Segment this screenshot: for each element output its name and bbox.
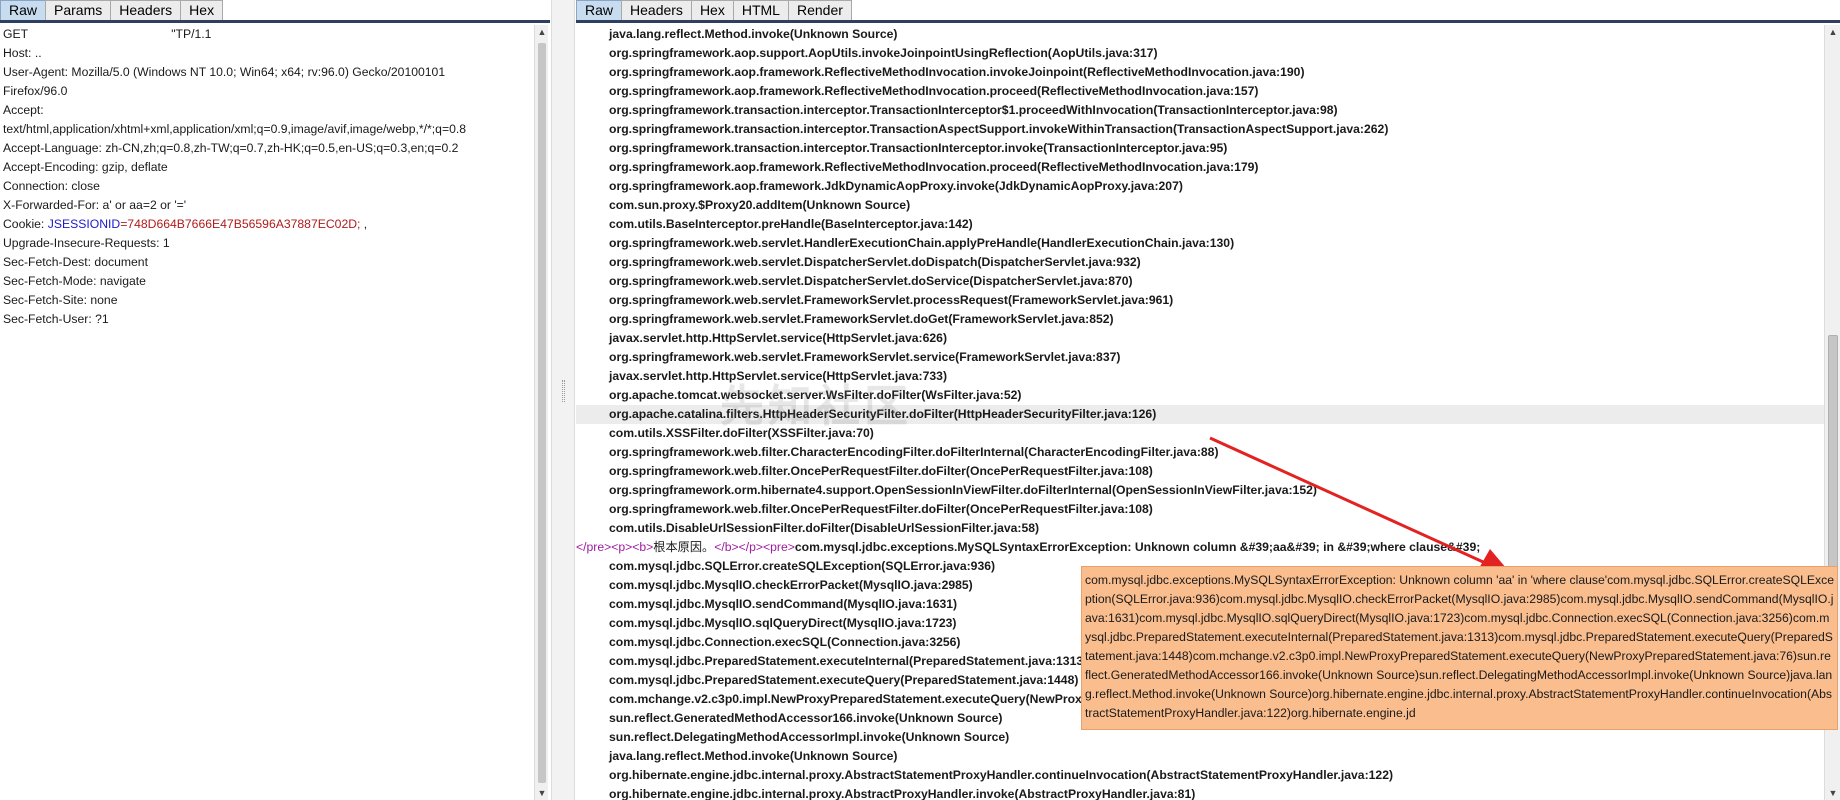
stack-trace-line: org.springframework.transaction.intercep… — [609, 103, 1338, 117]
stack-trace-line: org.springframework.web.filter.OncePerRe… — [609, 464, 1153, 478]
stack-trace-line: sun.reflect.DelegatingMethodAccessorImpl… — [609, 730, 1010, 744]
request-tab-bar: Raw Params Headers Hex — [0, 0, 224, 20]
stack-trace-line: com.utils.DisableUrlSessionFilter.doFilt… — [609, 521, 1040, 535]
stack-trace-line: org.springframework.web.servlet.Framewor… — [609, 350, 1121, 364]
tab-html[interactable]: HTML — [732, 0, 789, 20]
scroll-up-arrow-icon[interactable]: ▲ — [1825, 25, 1840, 39]
stack-trace-line: java.lang.reflect.Method.invoke(Unknown … — [609, 749, 898, 763]
stack-trace-line: org.springframework.web.filter.Character… — [609, 445, 1219, 459]
tab-params[interactable]: Params — [45, 0, 112, 20]
request-line: Sec-Fetch-User: ?1 — [3, 312, 109, 326]
scrollbar-thumb[interactable] — [1828, 335, 1838, 567]
stack-trace-line: org.springframework.aop.framework.Reflec… — [609, 65, 1305, 79]
root-cause-line: </pre><p><b>根本原因。</b></p><pre>com.mysql.… — [576, 538, 1824, 557]
tab-underline — [576, 20, 1840, 23]
stack-trace-line: org.springframework.aop.framework.Reflec… — [609, 160, 1259, 174]
scroll-down-arrow-icon[interactable]: ▼ — [1825, 786, 1840, 800]
stack-trace-line: org.springframework.aop.support.AopUtils… — [609, 46, 1158, 60]
root-cause-label: 根本原因。 — [653, 540, 715, 554]
tab-render[interactable]: Render — [787, 0, 852, 20]
pane-splitter[interactable] — [551, 0, 575, 800]
request-method: GET — [3, 27, 32, 41]
request-editor[interactable]: GET "TP/1.1 Host: .. User-Agent: Mozilla/5… — [0, 25, 534, 800]
response-tab-bar: Raw Headers Hex HTML Render — [576, 0, 852, 20]
cookie-key: JSESSIONID — [47, 217, 121, 231]
request-line: Cookie: JSESSIONID=748D664B7666E47B56596… — [0, 215, 534, 234]
stack-trace-line: javax.servlet.http.HttpServlet.service(H… — [609, 331, 948, 345]
stack-trace-line: com.utils.BaseInterceptor.preHandle(Base… — [609, 217, 973, 231]
stack-trace-line: org.springframework.web.servlet.Dispatch… — [609, 255, 1141, 269]
scroll-up-arrow-icon[interactable]: ▲ — [535, 25, 549, 39]
stack-trace-line: org.springframework.aop.framework.Reflec… — [609, 84, 1259, 98]
request-line: Accept: — [3, 103, 44, 117]
request-line: Host: .. — [3, 46, 42, 60]
request-line: User-Agent: Mozilla/5.0 (Windows NT 10.0… — [3, 65, 446, 79]
stack-trace-line: com.sun.proxy.$Proxy20.addItem(Unknown S… — [609, 198, 911, 212]
splitter-grip-icon[interactable] — [562, 380, 565, 402]
request-line: Accept-Encoding: gzip, deflate — [3, 160, 168, 174]
request-pane: Raw Params Headers Hex GET "TP/1.1 Host: … — [0, 0, 550, 800]
stack-trace-line: org.hibernate.engine.jdbc.internal.proxy… — [609, 787, 1196, 800]
scrollbar-thumb[interactable] — [538, 43, 546, 783]
stack-trace-line: org.apache.tomcat.websocket.server.WsFil… — [609, 388, 1022, 402]
tab-headers[interactable]: Headers — [110, 0, 182, 20]
stack-trace-line: org.springframework.web.servlet.Framewor… — [609, 293, 1174, 307]
stack-trace-line: org.apache.catalina.filters.HttpHeaderSe… — [576, 405, 1824, 424]
exception-message: com.mysql.jdbc.exceptions.MySQLSyntaxErr… — [794, 540, 1481, 554]
stack-trace-line: com.utils.XSSFilter.doFilter(XSSFilter.j… — [609, 426, 874, 440]
stack-trace-line: java.lang.reflect.Method.invoke(Unknown … — [609, 27, 898, 41]
request-line: Sec-Fetch-Site: none — [3, 293, 118, 307]
cookie-value: =748D664B7666E47B56596A37887EC02D; — [120, 217, 361, 231]
request-line: Sec-Fetch-Dest: document — [3, 255, 148, 269]
html-tag: </b></p><pre> — [714, 540, 795, 554]
request-line: Accept-Language: zh-CN,zh;q=0.8,zh-TW;q=… — [3, 141, 459, 155]
tab-hex[interactable]: Hex — [690, 0, 734, 20]
html-tag: </pre><p><b> — [576, 540, 654, 554]
stack-trace-line: org.springframework.transaction.intercep… — [609, 141, 1228, 155]
tab-headers[interactable]: Headers — [621, 0, 692, 20]
request-scrollbar[interactable]: ▲ ▼ — [534, 25, 548, 800]
stack-trace-line: org.hibernate.engine.jdbc.internal.proxy… — [609, 768, 1394, 782]
stack-trace-line: org.springframework.web.servlet.Framewor… — [609, 312, 1114, 326]
tab-hex[interactable]: Hex — [180, 0, 224, 20]
request-line: X-Forwarded-For: a' or aa=2 or '=' — [3, 198, 187, 212]
stack-trace-line: org.springframework.orm.hibernate4.suppo… — [609, 483, 1317, 497]
tab-raw[interactable]: Raw — [576, 0, 623, 20]
stack-trace-line: org.springframework.aop.framework.JdkDyn… — [609, 179, 1183, 193]
request-line: text/html,application/xhtml+xml,applicat… — [3, 122, 467, 136]
tab-raw[interactable]: Raw — [0, 0, 47, 20]
tab-underline — [0, 20, 550, 23]
scroll-down-arrow-icon[interactable]: ▼ — [535, 786, 549, 800]
request-protocol: "TP/1.1 — [171, 27, 212, 41]
cookie-prefix: Cookie: — [3, 217, 48, 231]
request-line: Connection: close — [3, 179, 100, 193]
cookie-suffix: , — [360, 217, 368, 231]
stack-trace-line: javax.servlet.http.HttpServlet.service(H… — [609, 369, 948, 383]
request-line: Sec-Fetch-Mode: navigate — [3, 274, 146, 288]
stack-trace-line: org.springframework.web.servlet.Dispatch… — [609, 274, 1133, 288]
stack-trace-line: org.springframework.web.filter.OncePerRe… — [609, 502, 1153, 516]
request-line: Upgrade-Insecure-Requests: 1 — [3, 236, 170, 250]
error-callout: com.mysql.jdbc.exceptions.MySQLSyntaxErr… — [1081, 566, 1838, 730]
stack-trace-line: org.springframework.web.servlet.HandlerE… — [609, 236, 1235, 250]
stack-trace-line: org.springframework.transaction.intercep… — [609, 122, 1389, 136]
request-line: Firefox/96.0 — [3, 84, 68, 98]
request-line: GET "TP/1.1 — [0, 25, 534, 44]
